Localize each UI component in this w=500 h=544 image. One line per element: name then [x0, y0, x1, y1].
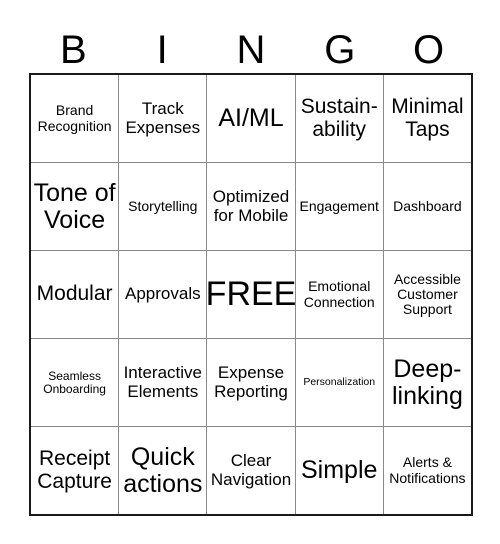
bingo-card: B I N G O Brand Recognition Track Expens… [0, 0, 500, 544]
header-letter-n: N [236, 28, 266, 72]
bingo-row: Brand Recognition Track Expenses AI/ML S… [31, 75, 471, 163]
bingo-cell[interactable]: Personalization [296, 339, 384, 426]
header-letter-o: O [413, 28, 445, 72]
bingo-cell[interactable]: Simple [296, 427, 384, 514]
bingo-cell[interactable]: Minimal Taps [384, 75, 471, 162]
header-letter-i: I [156, 28, 168, 72]
header-letter-b: B [60, 28, 87, 72]
bingo-row: Receipt Capture Quick actions Clear Navi… [31, 427, 471, 514]
bingo-cell[interactable]: Interactive Elements [119, 339, 208, 426]
bingo-cell[interactable]: Modular [31, 251, 120, 338]
bingo-cell[interactable]: Sustain- ability [296, 75, 384, 162]
bingo-row: Seamless Onboarding Interactive Elements… [31, 339, 471, 427]
bingo-cell[interactable]: Quick actions [119, 427, 208, 514]
bingo-header: B I N G O [29, 18, 473, 72]
bingo-cell[interactable]: Optimized for Mobile [207, 163, 296, 250]
bingo-cell-free-space[interactable]: FREE [207, 251, 296, 338]
bingo-cell[interactable]: Seamless Onboarding [31, 339, 120, 426]
bingo-row: Tone of Voice Storytelling Optimized for… [31, 163, 471, 251]
bingo-cell[interactable]: Deep- linking [384, 339, 471, 426]
bingo-cell[interactable]: Dashboard [384, 163, 471, 250]
bingo-cell[interactable]: Alerts & Notifications [384, 427, 471, 514]
bingo-cell[interactable]: AI/ML [207, 75, 296, 162]
bingo-cell[interactable]: Expense Reporting [207, 339, 296, 426]
bingo-row: Modular Approvals FREE Emotional Connect… [31, 251, 471, 339]
header-letter-g: G [324, 28, 356, 72]
bingo-cell[interactable]: Tone of Voice [31, 163, 120, 250]
bingo-cell[interactable]: Emotional Connection [296, 251, 384, 338]
bingo-cell[interactable]: Brand Recognition [31, 75, 120, 162]
bingo-grid: Brand Recognition Track Expenses AI/ML S… [29, 73, 473, 516]
bingo-cell[interactable]: Track Expenses [119, 75, 208, 162]
bingo-cell[interactable]: Approvals [119, 251, 208, 338]
bingo-cell[interactable]: Receipt Capture [31, 427, 120, 514]
bingo-cell[interactable]: Storytelling [119, 163, 208, 250]
bingo-cell[interactable]: Accessible Customer Support [384, 251, 471, 338]
bingo-cell[interactable]: Engagement [296, 163, 384, 250]
bingo-cell[interactable]: Clear Navigation [207, 427, 296, 514]
